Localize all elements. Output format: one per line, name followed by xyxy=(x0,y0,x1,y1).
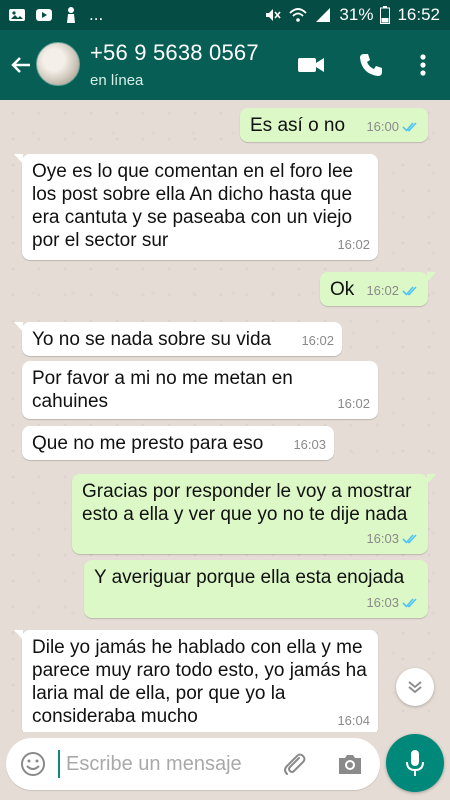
chat-header: +56 9 5638 0567 en línea xyxy=(0,30,450,100)
emoji-icon[interactable] xyxy=(20,751,46,777)
voice-message-button[interactable] xyxy=(386,734,444,792)
status-bar: ... 31% 16:52 xyxy=(0,0,450,30)
message-time: 16:03 xyxy=(293,437,326,452)
read-receipt-icon xyxy=(402,121,417,132)
contact-status: en línea xyxy=(90,72,144,89)
message-text: Y averiguar porque ella esta enojada xyxy=(94,567,405,588)
microphone-icon xyxy=(406,750,424,776)
chat-area[interactable]: Es así o no 16:00 Oye es lo que comentan… xyxy=(0,100,450,732)
more-options-icon[interactable] xyxy=(408,50,438,80)
camera-icon[interactable] xyxy=(336,751,364,777)
message-input[interactable] xyxy=(58,750,268,778)
contact-name[interactable]: +56 9 5638 0567 xyxy=(90,40,259,66)
clock: 16:52 xyxy=(397,5,440,24)
message-time: 16:02 xyxy=(337,237,370,252)
message-text: Dile yo jamás he hablado con ella y me p… xyxy=(32,637,367,727)
incoming-message[interactable]: Por favor a mi no me metan en cahuines 1… xyxy=(22,361,378,419)
outgoing-message[interactable]: Ok 16:02 xyxy=(320,272,436,306)
status-bar-system: 31% 16:52 xyxy=(264,5,440,25)
incoming-message[interactable]: Que no me presto para eso 16:03 xyxy=(22,426,334,460)
mute-icon xyxy=(266,9,282,21)
message-text: Por favor a mi no me metan en cahuines xyxy=(32,368,293,412)
read-receipt-icon xyxy=(402,285,417,296)
voice-call-icon[interactable] xyxy=(356,50,386,80)
message-text: Yo no se nada sobre su vida xyxy=(32,329,272,350)
more-notifications: ... xyxy=(89,5,104,24)
image-notification-icon xyxy=(9,9,25,21)
outgoing-message[interactable]: Es así o no 16:00 xyxy=(240,108,428,142)
double-chevron-down-icon xyxy=(408,681,422,694)
back-arrow-icon[interactable] xyxy=(6,50,36,80)
message-time: 16:02 xyxy=(337,396,370,411)
outgoing-message[interactable]: Y averiguar porque ella esta enojada 16:… xyxy=(84,560,428,618)
message-meta: 16:00 xyxy=(366,115,420,138)
signal-icon xyxy=(316,8,331,22)
video-call-icon[interactable] xyxy=(296,50,326,80)
message-meta: 16:02 xyxy=(366,279,420,302)
contact-avatar[interactable] xyxy=(36,42,80,86)
message-meta: 16:03 xyxy=(366,527,420,550)
message-meta: 16:03 xyxy=(366,591,420,614)
battery-icon xyxy=(380,6,391,24)
youtube-notification-icon xyxy=(36,9,52,21)
message-meta: 16:02 xyxy=(301,329,334,352)
message-time: 16:03 xyxy=(366,531,399,546)
wifi-icon xyxy=(289,8,308,22)
message-meta: 16:02 xyxy=(337,233,370,256)
outgoing-message[interactable]: Gracias por responder le voy a mostrar e… xyxy=(72,474,436,554)
message-meta: 16:04 xyxy=(337,709,370,732)
message-text: Oye es lo que comentan en el foro lee lo… xyxy=(32,161,354,251)
read-receipt-icon xyxy=(402,597,417,608)
message-composer xyxy=(6,738,380,790)
incoming-message[interactable]: Yo no se nada sobre su vida 16:02 xyxy=(14,322,342,356)
attachment-icon[interactable] xyxy=(280,750,308,778)
incoming-message[interactable]: Dile yo jamás he hablado con ella y me p… xyxy=(14,630,378,732)
read-receipt-icon xyxy=(402,533,417,544)
status-bar-notifications: ... xyxy=(8,5,103,25)
message-text: Gracias por responder le voy a mostrar e… xyxy=(82,481,412,525)
message-time: 16:02 xyxy=(301,333,334,348)
message-time: 16:03 xyxy=(366,595,399,610)
message-text: Que no me presto para eso xyxy=(32,433,264,454)
incoming-message[interactable]: Oye es lo que comentan en el foro lee lo… xyxy=(14,154,378,260)
message-meta: 16:02 xyxy=(337,392,370,415)
message-time: 16:04 xyxy=(337,713,370,728)
battery-percent: 31% xyxy=(339,5,374,24)
message-time: 16:02 xyxy=(366,283,399,298)
message-time: 16:00 xyxy=(366,119,399,134)
message-meta: 16:03 xyxy=(293,433,326,456)
person-notification-icon xyxy=(67,7,75,23)
scroll-to-bottom-button[interactable] xyxy=(396,668,434,706)
